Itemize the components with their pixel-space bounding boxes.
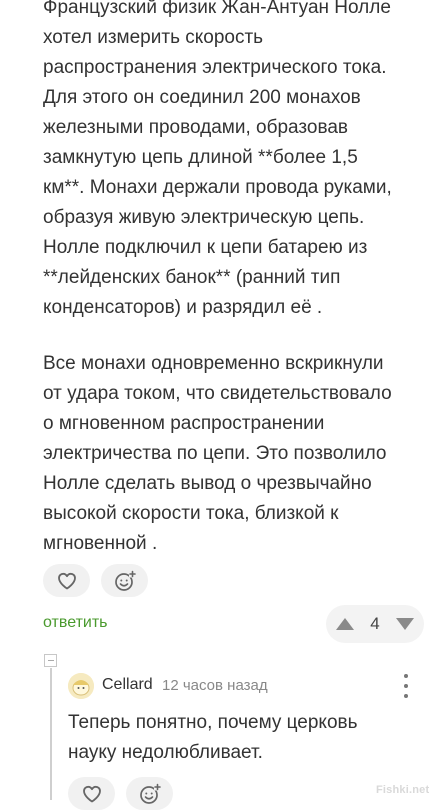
heart-icon — [57, 572, 76, 589]
smile-plus-icon — [139, 783, 161, 804]
post-paragraph-2: Все монахи одновременно вскрикнули от уд… — [43, 353, 392, 554]
add-reaction-button[interactable] — [101, 564, 148, 597]
downvote-arrow-icon[interactable] — [394, 616, 416, 632]
collapse-thread-button[interactable] — [44, 654, 57, 667]
comment-text: Теперь понятно, почему церковь науку нед… — [68, 712, 358, 763]
thread-line — [50, 668, 52, 800]
comment-author[interactable]: Cellard — [102, 676, 153, 694]
avatar-image — [68, 673, 94, 699]
vote-count: 4 — [370, 614, 380, 633]
comment-timestamp: 12 часов назад — [162, 677, 268, 694]
upvote-arrow-icon[interactable] — [334, 616, 356, 632]
like-button[interactable] — [43, 564, 90, 597]
comment-like-button[interactable] — [68, 777, 115, 810]
smile-plus-icon — [114, 570, 136, 591]
avatar[interactable] — [68, 673, 94, 699]
reply-link[interactable]: ответить — [43, 614, 108, 632]
vote-control: 4 — [326, 605, 424, 643]
watermark: Fishki.net — [376, 784, 430, 796]
minus-icon — [47, 659, 54, 662]
comment-add-reaction-button[interactable] — [126, 777, 173, 810]
more-options-icon[interactable] — [401, 674, 411, 698]
post-paragraph-1: Французский физик Жан-Антуан Нолле хотел… — [43, 0, 392, 318]
